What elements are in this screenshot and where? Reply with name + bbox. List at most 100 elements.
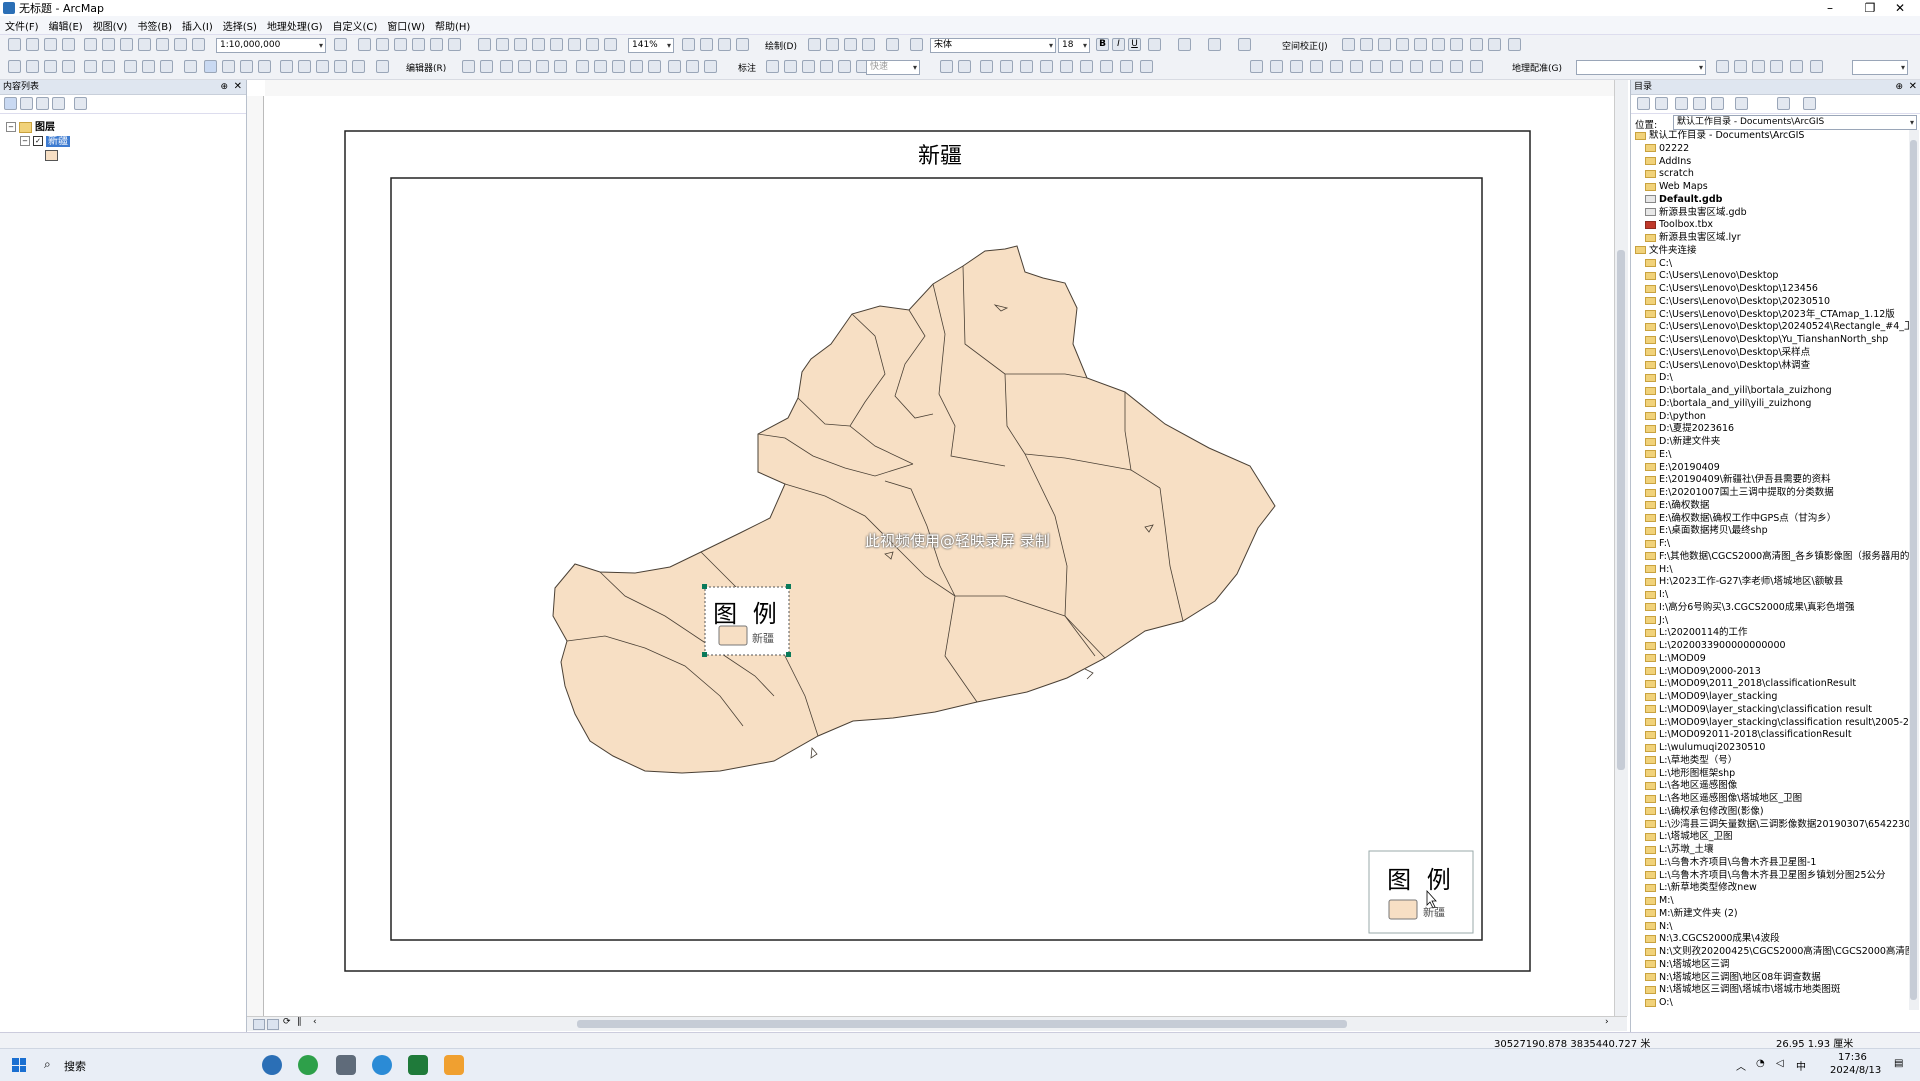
ime-icon[interactable]: 中 [1796,1058,1806,1073]
catalog-item[interactable]: E:\20190409\新疆社\伊吾县需要的资料 [1645,474,1831,486]
pycharm-icon[interactable] [408,1055,428,1075]
catalog-item[interactable]: O:\ [1645,997,1673,1009]
taskbar-search[interactable]: 搜索 [64,1058,86,1074]
toggle-draft-mode-icon[interactable] [682,38,695,51]
select-elements-arrow-icon[interactable] [204,60,217,73]
catalog-scrollbar[interactable] [1909,130,1919,1010]
topology-tool-1-icon[interactable] [1250,60,1263,73]
catalog-item[interactable]: M:\新建文件夹 (2) [1645,908,1738,920]
catalog-close-icon[interactable]: ✕ [1909,80,1917,94]
location-combo[interactable]: 默认工作目录 - Documents\ArcGIS [1673,115,1917,130]
catalog-item[interactable]: H:\ [1645,564,1673,576]
catalog-item[interactable]: E:\确权数据 [1645,500,1709,512]
adjust-preview-icon[interactable] [1432,38,1445,51]
layout-zoom-combo[interactable]: 141% [628,38,674,53]
data-view-button[interactable] [267,1019,279,1030]
catalog-item[interactable]: H:\2023工作-G27\李老师\塔城地区\额敏县 [1645,576,1843,588]
georef-settings-icon[interactable] [1810,60,1823,73]
toc-close-icon[interactable]: ✕ [234,80,242,94]
topology-tool-5-icon[interactable] [1330,60,1343,73]
layout-page[interactable]: 新疆 图 例 新疆 图 例 新疆 此视频使用@轻映录屏 录制 [265,96,1616,1016]
back-icon[interactable] [124,60,137,73]
italic-icon[interactable]: I [1112,38,1125,51]
georef-shift-icon[interactable] [1734,60,1747,73]
select-features-icon[interactable] [160,60,173,73]
pause-labeling-icon[interactable] [838,60,851,73]
catalog-item[interactable]: L:\塔城地区_卫图 [1645,831,1732,843]
catalog-item[interactable]: 新源县虫害区域.lyr [1645,232,1741,244]
menu-edit[interactable]: 编辑(E) [44,18,88,33]
menu-selection[interactable]: 选择(S) [218,18,262,33]
refresh-icon[interactable]: ⟳ [283,1017,291,1027]
topology-tool-9-icon[interactable] [1410,60,1423,73]
catalog-item[interactable]: AddIns [1645,156,1691,168]
font-name-combo[interactable]: 宋体 [930,38,1056,53]
html-popup-icon[interactable] [258,60,271,73]
catalog-icon[interactable] [376,38,389,51]
measure-icon[interactable] [280,60,293,73]
catalog-back-icon[interactable] [1637,97,1650,110]
catalog-item[interactable]: L:\确权承包修改图(影像) [1645,806,1764,818]
attributes-icon[interactable] [668,60,681,73]
georef-tool-5-icon[interactable] [1020,60,1033,73]
save-icon[interactable] [44,38,57,51]
catalog-views-icon[interactable] [1735,97,1748,110]
cut-polygons-icon[interactable] [612,60,625,73]
labeling-menu[interactable]: 标注 [738,61,756,74]
catalog-item[interactable]: I:\高分6号购买\3.CGCS2000成果\真彩色增强 [1645,602,1855,614]
georef-tool-7-icon[interactable] [1060,60,1073,73]
lock-labels-icon[interactable] [820,60,833,73]
full-extent-icon[interactable] [62,60,75,73]
catalog-item[interactable]: N:\3.CGCS2000成果\4波段 [1645,933,1780,945]
catalog-item[interactable]: L:\草地类型（号） [1645,755,1737,767]
taskbar-date[interactable]: 2024/8/13 [1830,1065,1881,1076]
catalog-item[interactable]: F:\ [1645,538,1670,550]
catalog-item[interactable]: 默认工作目录 - Documents\ArcGIS [1635,130,1804,142]
pause-drawing-icon[interactable]: ∥ [297,1017,302,1027]
undo-icon[interactable] [156,38,169,51]
scale-combo[interactable]: 1:10,000,000 [216,38,326,53]
catalog-item[interactable]: D:\bortala_and_yili\bortala_zuizhong [1645,385,1832,397]
georef-tool-8-icon[interactable] [1080,60,1093,73]
catalog-item[interactable]: D:\夏提2023616 [1645,423,1734,435]
catalog-item[interactable]: N:\塔城地区三调图\地区08年调查数据 [1645,972,1821,984]
catalog-item[interactable]: I:\ [1645,589,1668,601]
catalog-item[interactable]: L:\各地区遥感图像\塔城地区_卫图 [1645,793,1802,805]
catalog-item[interactable]: L:\MOD09\layer_stacking\classification r… [1645,704,1872,716]
topology-tool-3-icon[interactable] [1290,60,1303,73]
catalog-item[interactable]: F:\其他数据\CGCS2000高清图_各乡镇影像图（报务器用的） [1645,551,1911,563]
edge-match-icon[interactable] [1488,38,1501,51]
copy-icon[interactable] [102,38,115,51]
search-icon[interactable]: ⌕ [44,1057,51,1072]
edit-annotation-icon[interactable] [480,60,493,73]
zoom-whole-page-icon[interactable] [532,38,545,51]
arcmap-taskbar-icon[interactable] [444,1055,464,1075]
draw-menu[interactable]: 绘制(D) [765,39,797,52]
georef-tool-10-icon[interactable] [1120,60,1133,73]
georef-tool-9-icon[interactable] [1100,60,1113,73]
go-to-xy-icon[interactable] [334,60,347,73]
new-map-icon[interactable] [8,38,21,51]
menu-help[interactable]: 帮助(H) [430,18,475,33]
edit-tool-icon[interactable] [462,60,475,73]
zoom-out-icon[interactable] [26,60,39,73]
trace-icon[interactable] [536,60,549,73]
catalog-item[interactable]: 文件夹连接 [1635,245,1697,257]
layout-horizontal-scrollbar[interactable]: ⟳ ∥ ‹ › [247,1016,1627,1031]
topology-tool-6-icon[interactable] [1350,60,1363,73]
catalog-item[interactable]: E:\20201007国土三调中提取的分类数据 [1645,487,1834,499]
minimize-button[interactable]: – [1810,0,1850,16]
multi-link-icon[interactable] [1396,38,1409,51]
catalog-item[interactable]: L:\新草地类型修改new [1645,882,1757,894]
catalog-item[interactable]: N:\塔城地区三调 [1645,959,1730,971]
open-icon[interactable] [26,38,39,51]
catalog-item[interactable]: L:\2020033900000000000 [1645,640,1786,652]
label-priority-icon[interactable] [784,60,797,73]
attribute-transfer-icon[interactable] [1470,38,1483,51]
topology-tool-2-icon[interactable] [1270,60,1283,73]
clear-selection-icon[interactable] [184,60,197,73]
modify-link-icon[interactable] [1378,38,1391,51]
bold-icon[interactable]: B [1096,38,1109,51]
georef-tool-4-icon[interactable] [1000,60,1013,73]
rectangle-icon[interactable] [862,38,875,51]
